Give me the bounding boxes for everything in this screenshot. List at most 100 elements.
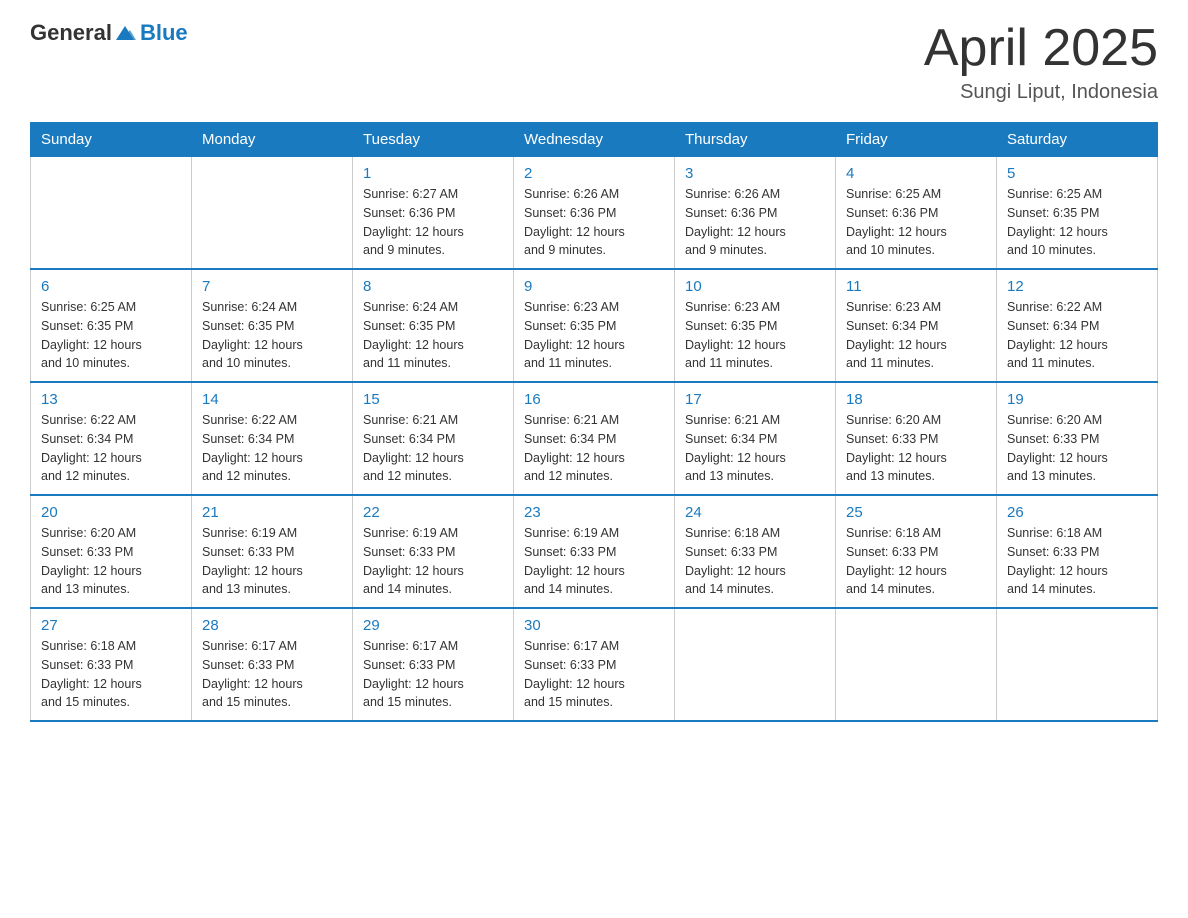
calendar-cell: 7Sunrise: 6:24 AM Sunset: 6:35 PM Daylig… [192,269,353,382]
day-number: 21 [202,504,342,521]
day-info: Sunrise: 6:25 AM Sunset: 6:35 PM Dayligh… [1007,185,1147,260]
calendar-cell: 13 Sunrise: 6:22 AM Sunset: 6:34 PM Dayli… [31,382,192,495]
day-info: Sunrise: 6:27 AM Sunset: 6:36 PM Dayligh… [363,185,503,260]
day-number: 25 [846,504,986,521]
weekday-header-thursday: Thursday [675,123,836,157]
title-block: April 2025 Sungi Liput, Indonesia [924,20,1158,104]
day-number: 6 [41,278,181,295]
calendar-week-row: 6 Sunrise: 6:25 AM Sunset: 6:35 PM Daylig… [31,269,1158,382]
day-info: Sunrise: 6:24 AM Sunset: 6:35 PM Dayligh… [202,298,342,373]
day-number: 20 [41,504,181,521]
day-number: 28 [202,617,342,634]
day-number: 26 [1007,504,1147,521]
calendar-cell: 20 Sunrise: 6:20 AM Sunset: 6:33 PM Dayli… [31,495,192,608]
calendar-cell: 5 Sunrise: 6:25 AM Sunset: 6:35 PM Daylig… [997,157,1158,270]
calendar-cell: 27Sunrise: 6:18 AM Sunset: 6:33 PM Dayli… [31,608,192,721]
weekday-header-row: SundayMondayTuesdayWednesdayThursdayFrid… [31,123,1158,157]
day-info: Sunrise: 6:23 AM Sunset: 6:34 PM Dayligh… [846,298,986,373]
weekday-header-saturday: Saturday [997,123,1158,157]
day-info: Sunrise: 6:25 AM Sunset: 6:36 PM Dayligh… [846,185,986,260]
calendar-week-row: 1 Sunrise: 6:27 AM Sunset: 6:36 PM Daylig… [31,157,1158,270]
day-info: Sunrise: 6:18 AM Sunset: 6:33 PM Dayligh… [1007,524,1147,599]
logo: General Blue [30,20,188,46]
calendar-cell: 24 Sunrise: 6:18 AM Sunset: 6:33 PM Dayli… [675,495,836,608]
day-number: 14 [202,391,342,408]
calendar-cell: 26 Sunrise: 6:18 AM Sunset: 6:33 PM Dayli… [997,495,1158,608]
calendar-week-row: 20 Sunrise: 6:20 AM Sunset: 6:33 PM Dayli… [31,495,1158,608]
day-info: Sunrise: 6:18 AM Sunset: 6:33 PM Dayligh… [685,524,825,599]
calendar-cell: 8Sunrise: 6:24 AM Sunset: 6:35 PM Daylig… [353,269,514,382]
calendar-cell: 30Sunrise: 6:17 AM Sunset: 6:33 PM Dayli… [514,608,675,721]
page-header: General Blue April 2025 Sungi Liput, Ind… [30,20,1158,104]
day-info: Sunrise: 6:17 AM Sunset: 6:33 PM Dayligh… [524,637,664,712]
calendar-cell [675,608,836,721]
calendar-cell: 9 Sunrise: 6:23 AM Sunset: 6:35 PM Daylig… [514,269,675,382]
day-number: 29 [363,617,503,634]
day-number: 11 [846,278,986,295]
calendar-cell: 4 Sunrise: 6:25 AM Sunset: 6:36 PM Daylig… [836,157,997,270]
day-info: Sunrise: 6:21 AM Sunset: 6:34 PM Dayligh… [363,411,503,486]
day-info: Sunrise: 6:22 AM Sunset: 6:34 PM Dayligh… [1007,298,1147,373]
calendar-cell: 11 Sunrise: 6:23 AM Sunset: 6:34 PM Dayli… [836,269,997,382]
day-number: 3 [685,165,825,182]
day-info: Sunrise: 6:17 AM Sunset: 6:33 PM Dayligh… [363,637,503,712]
day-info: Sunrise: 6:17 AM Sunset: 6:33 PM Dayligh… [202,637,342,712]
calendar-week-row: 27Sunrise: 6:18 AM Sunset: 6:33 PM Dayli… [31,608,1158,721]
calendar-cell: 22 Sunrise: 6:19 AM Sunset: 6:33 PM Dayli… [353,495,514,608]
day-info: Sunrise: 6:21 AM Sunset: 6:34 PM Dayligh… [685,411,825,486]
day-info: Sunrise: 6:18 AM Sunset: 6:33 PM Dayligh… [846,524,986,599]
weekday-header-sunday: Sunday [31,123,192,157]
calendar-subtitle: Sungi Liput, Indonesia [924,81,1158,104]
day-info: Sunrise: 6:25 AM Sunset: 6:35 PM Dayligh… [41,298,181,373]
calendar-cell: 18 Sunrise: 6:20 AM Sunset: 6:33 PM Dayli… [836,382,997,495]
weekday-header-tuesday: Tuesday [353,123,514,157]
logo-blue: Blue [140,20,188,46]
calendar-cell: 25 Sunrise: 6:18 AM Sunset: 6:33 PM Dayli… [836,495,997,608]
logo-icon [114,22,136,44]
day-info: Sunrise: 6:20 AM Sunset: 6:33 PM Dayligh… [846,411,986,486]
day-info: Sunrise: 6:19 AM Sunset: 6:33 PM Dayligh… [524,524,664,599]
calendar-cell: 15 Sunrise: 6:21 AM Sunset: 6:34 PM Dayli… [353,382,514,495]
day-number: 9 [524,278,664,295]
day-number: 16 [524,391,664,408]
calendar-cell [997,608,1158,721]
calendar-table: SundayMondayTuesdayWednesdayThursdayFrid… [30,122,1158,722]
calendar-cell [31,157,192,270]
day-info: Sunrise: 6:19 AM Sunset: 6:33 PM Dayligh… [363,524,503,599]
day-number: 22 [363,504,503,521]
calendar-cell: 29 Sunrise: 6:17 AM Sunset: 6:33 PM Dayli… [353,608,514,721]
day-info: Sunrise: 6:22 AM Sunset: 6:34 PM Dayligh… [41,411,181,486]
calendar-cell: 3Sunrise: 6:26 AM Sunset: 6:36 PM Daylig… [675,157,836,270]
calendar-cell: 10 Sunrise: 6:23 AM Sunset: 6:35 PM Dayli… [675,269,836,382]
calendar-cell: 14 Sunrise: 6:22 AM Sunset: 6:34 PM Dayli… [192,382,353,495]
calendar-cell: 16Sunrise: 6:21 AM Sunset: 6:34 PM Dayli… [514,382,675,495]
day-info: Sunrise: 6:23 AM Sunset: 6:35 PM Dayligh… [524,298,664,373]
day-number: 10 [685,278,825,295]
day-number: 4 [846,165,986,182]
day-number: 2 [524,165,664,182]
day-number: 15 [363,391,503,408]
day-info: Sunrise: 6:24 AM Sunset: 6:35 PM Dayligh… [363,298,503,373]
day-number: 24 [685,504,825,521]
calendar-cell: 12Sunrise: 6:22 AM Sunset: 6:34 PM Dayli… [997,269,1158,382]
day-number: 13 [41,391,181,408]
day-info: Sunrise: 6:19 AM Sunset: 6:33 PM Dayligh… [202,524,342,599]
day-number: 1 [363,165,503,182]
day-number: 19 [1007,391,1147,408]
day-info: Sunrise: 6:20 AM Sunset: 6:33 PM Dayligh… [1007,411,1147,486]
day-info: Sunrise: 6:23 AM Sunset: 6:35 PM Dayligh… [685,298,825,373]
calendar-cell: 28 Sunrise: 6:17 AM Sunset: 6:33 PM Dayli… [192,608,353,721]
weekday-header-wednesday: Wednesday [514,123,675,157]
weekday-header-monday: Monday [192,123,353,157]
calendar-cell: 2Sunrise: 6:26 AM Sunset: 6:36 PM Daylig… [514,157,675,270]
logo-general: General [30,20,112,46]
calendar-cell: 6 Sunrise: 6:25 AM Sunset: 6:35 PM Daylig… [31,269,192,382]
day-number: 18 [846,391,986,408]
day-number: 5 [1007,165,1147,182]
calendar-cell [836,608,997,721]
day-info: Sunrise: 6:22 AM Sunset: 6:34 PM Dayligh… [202,411,342,486]
calendar-cell: 21 Sunrise: 6:19 AM Sunset: 6:33 PM Dayli… [192,495,353,608]
calendar-cell: 19 Sunrise: 6:20 AM Sunset: 6:33 PM Dayli… [997,382,1158,495]
day-info: Sunrise: 6:20 AM Sunset: 6:33 PM Dayligh… [41,524,181,599]
calendar-title: April 2025 [924,20,1158,77]
